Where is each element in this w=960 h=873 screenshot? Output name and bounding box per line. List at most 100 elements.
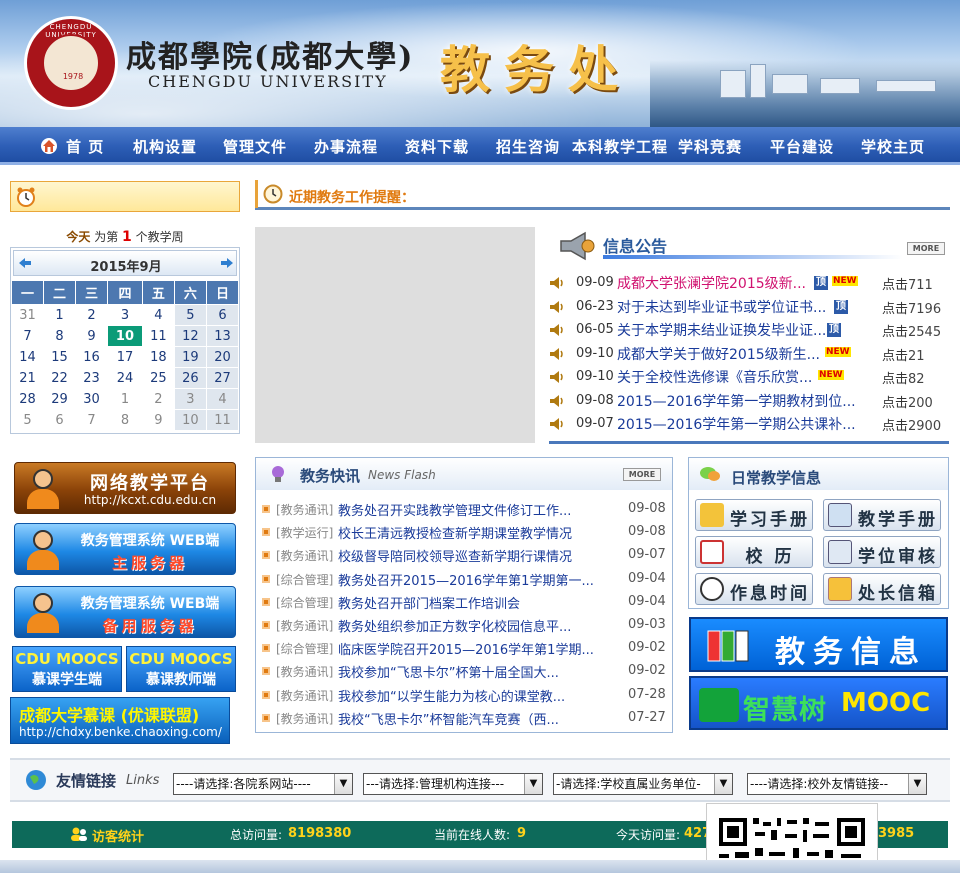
calendar-day[interactable]: 23: [75, 367, 109, 389]
notice-row[interactable]: 09-07 2015—2016学年第一学期公共课补... 点击2900: [549, 413, 949, 435]
nav-admissions[interactable]: 招生咨询: [496, 136, 560, 157]
notice-row[interactable]: 09-10 成都大学关于做好2015级新生... 点击21 NEW: [549, 343, 949, 365]
director-mailbox-button[interactable]: 处长信箱: [823, 573, 941, 605]
news-row[interactable]: [综合管理] 教务处召开部门档案工作培训会 09-04: [262, 591, 666, 613]
notice-row[interactable]: 09-10 关于全校性选修课《音乐欣赏... 点击82 NEW: [549, 366, 949, 388]
study-handbook-button[interactable]: 学习手册: [695, 499, 813, 531]
calendar-day[interactable]: 6: [205, 304, 240, 326]
calendar-day[interactable]: 6: [43, 409, 77, 431]
calendar-day[interactable]: 15: [43, 346, 77, 368]
calendar-day[interactable]: 8: [107, 409, 143, 431]
academic-info-button[interactable]: 教务信息: [689, 617, 948, 672]
mooc-student-button[interactable]: CDU MOOCS 慕课学生端: [12, 646, 122, 692]
news-row[interactable]: [教务通讯] 我校“飞思卡尔”杯智能汽车竞赛（西... 07-27: [262, 707, 666, 729]
nav-competitions[interactable]: 学科竞赛: [678, 136, 742, 157]
news-title-link[interactable]: 我校参加“飞思卡尔”杯第十届全国大...: [338, 662, 559, 681]
news-category[interactable]: [综合管理]: [276, 640, 333, 657]
notice-row[interactable]: 09-08 2015—2016学年第一学期教材到位... 点击200: [549, 390, 949, 412]
college-sites-select[interactable]: ----请选择:各院系网站---- ▼: [173, 773, 353, 795]
calendar-day[interactable]: 14: [10, 346, 45, 368]
calendar-day[interactable]: 17: [107, 346, 143, 368]
news-title-link[interactable]: 教务处召开实践教学管理文件修订工作...: [338, 500, 571, 519]
news-category[interactable]: [教务通讯]: [276, 710, 333, 727]
nav-school-home[interactable]: 学校主页: [861, 136, 925, 157]
calendar-day[interactable]: 28: [10, 388, 45, 410]
news-category[interactable]: [综合管理]: [276, 594, 333, 611]
nav-documents[interactable]: 管理文件: [223, 136, 287, 157]
calendar-day[interactable]: 1: [43, 304, 77, 326]
notice-title-link[interactable]: 2015—2016学年第一学期公共课补...: [617, 414, 856, 434]
nav-downloads[interactable]: 资料下载: [405, 136, 469, 157]
external-links-select[interactable]: ----请选择:校外友情链接-- ▼: [747, 773, 927, 795]
calendar-day[interactable]: 21: [10, 367, 45, 389]
calendar-day[interactable]: 3: [173, 388, 207, 410]
edu-system-main-server-button[interactable]: 教务管理系统 WEB端 主服务器: [14, 523, 236, 575]
university-seal-logo[interactable]: CHENGDU UNIVERSITY 1978: [24, 16, 118, 110]
news-row[interactable]: [教务通讯] 校级督导陪同校领导巡查新学期行课情况 09-07: [262, 544, 666, 566]
news-row[interactable]: [教务通讯] 我校参加“飞思卡尔”杯第十届全国大... 09-02: [262, 660, 666, 682]
calendar-day[interactable]: 10: [107, 325, 143, 347]
news-row[interactable]: [教学运行] 校长王清远教授检查新学期课堂教学情况 09-08: [262, 521, 666, 543]
news-more-button[interactable]: MORE: [623, 468, 661, 481]
news-category[interactable]: [教学运行]: [276, 524, 333, 541]
notice-row[interactable]: 09-09 成都大学张澜学院2015级新... 点击711 顶 NEW: [549, 272, 949, 294]
calendar-day[interactable]: 9: [141, 409, 175, 431]
news-title-link[interactable]: 临床医学院召开2015—2016学年第1学期...: [338, 639, 594, 658]
calendar-day[interactable]: 2: [75, 304, 109, 326]
news-category[interactable]: [教务通讯]: [276, 617, 333, 634]
online-teaching-platform-button[interactable]: 网络教学平台 http://kcxt.cdu.edu.cn: [14, 462, 236, 514]
news-title-link[interactable]: 我校参加“以学生能力为核心的课堂教...: [338, 686, 565, 705]
news-row[interactable]: [教务通讯] 我校参加“以学生能力为核心的课堂教... 07-28: [262, 684, 666, 706]
calendar-day[interactable]: 7: [10, 325, 45, 347]
nav-undergrad-project[interactable]: 本科教学工程: [572, 136, 668, 157]
notice-row[interactable]: 06-23 对于未达到毕业证书或学位证书... 点击7196 顶: [549, 296, 949, 318]
calendar-day[interactable]: 31: [10, 304, 45, 326]
news-title-link[interactable]: 我校“飞思卡尔”杯智能汽车竞赛（西...: [338, 709, 559, 728]
calendar-day[interactable]: 12: [173, 325, 207, 347]
calendar-day[interactable]: 9: [75, 325, 109, 347]
news-category[interactable]: [教务通讯]: [276, 547, 333, 564]
calendar-day[interactable]: 19: [173, 346, 207, 368]
image-slideshow[interactable]: [255, 227, 535, 443]
news-row[interactable]: [教务通讯] 教务处召开实践教学管理文件修订工作... 09-08: [262, 498, 666, 520]
calendar-day[interactable]: 7: [75, 409, 109, 431]
notice-title-link[interactable]: 成都大学关于做好2015级新生...: [617, 344, 820, 364]
news-category[interactable]: [教务通讯]: [276, 663, 333, 680]
nav-home[interactable]: 首 页: [66, 136, 104, 157]
calendar-day[interactable]: 16: [75, 346, 109, 368]
calendar-day[interactable]: 4: [205, 388, 240, 410]
news-row[interactable]: [教务通讯] 教务处组织参加正方数字化校园信息平... 09-03: [262, 614, 666, 636]
calendar-next-icon[interactable]: [220, 257, 234, 269]
teaching-handbook-button[interactable]: 教学手册: [823, 499, 941, 531]
news-row[interactable]: [综合管理] 临床医学院召开2015—2016学年第1学期... 09-02: [262, 637, 666, 659]
edu-system-backup-server-button[interactable]: 教务管理系统 WEB端 备用服务器: [14, 586, 236, 638]
news-title-link[interactable]: 教务处召开2015—2016学年第1学期第一...: [338, 570, 594, 589]
news-title-link[interactable]: 校级督导陪同校领导巡查新学期行课情况: [338, 546, 572, 565]
affiliated-units-select[interactable]: -请选择:学校直属业务单位- ▼: [553, 773, 733, 795]
calendar-day[interactable]: 10: [173, 409, 207, 431]
calendar-day[interactable]: 8: [43, 325, 77, 347]
timetable-button[interactable]: 作息时间: [695, 573, 813, 605]
news-row[interactable]: [综合管理] 教务处召开2015—2016学年第1学期第一... 09-04: [262, 568, 666, 590]
notice-title-link[interactable]: 成都大学张澜学院2015级新...: [617, 273, 806, 293]
nav-organization[interactable]: 机构设置: [133, 136, 197, 157]
news-category[interactable]: [教务通讯]: [276, 501, 333, 518]
zhihuishu-mooc-button[interactable]: 智慧树 MOOC: [689, 676, 948, 730]
notice-title-link[interactable]: 关于全校性选修课《音乐欣赏...: [617, 367, 812, 387]
calendar-day[interactable]: 1: [107, 388, 143, 410]
calendar-day[interactable]: 11: [141, 325, 175, 347]
calendar-day[interactable]: 30: [75, 388, 109, 410]
calendar-day[interactable]: 25: [141, 367, 175, 389]
calendar-day[interactable]: 13: [205, 325, 240, 347]
school-calendar-button[interactable]: 校 历: [695, 536, 813, 568]
notice-title-link[interactable]: 对于未达到毕业证书或学位证书...: [617, 297, 826, 317]
calendar-day[interactable]: 22: [43, 367, 77, 389]
degree-review-button[interactable]: 学位审核: [823, 536, 941, 568]
calendar-day[interactable]: 29: [43, 388, 77, 410]
news-title-link[interactable]: 教务处组织参加正方数字化校园信息平...: [338, 616, 571, 635]
calendar-day[interactable]: 27: [205, 367, 240, 389]
calendar-day[interactable]: 11: [205, 409, 240, 431]
notice-title-link[interactable]: 关于本学期未结业证换发毕业证...: [617, 320, 826, 340]
calendar-day[interactable]: 3: [107, 304, 143, 326]
calendar-day[interactable]: 5: [10, 409, 45, 431]
